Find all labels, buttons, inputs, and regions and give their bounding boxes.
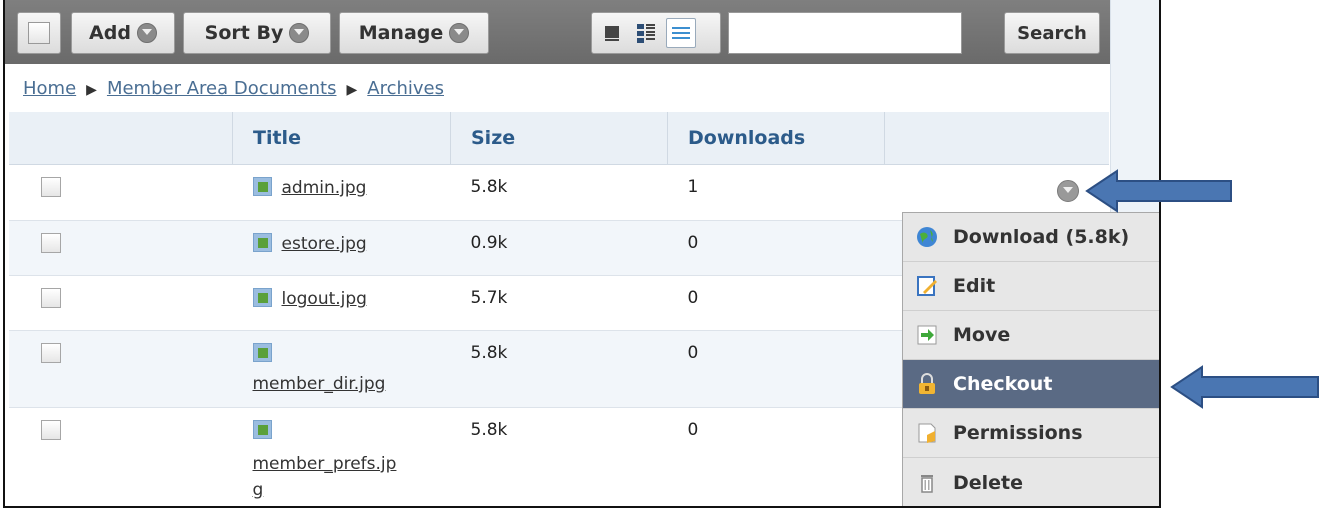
breadcrumb-member-area-link[interactable]: Member Area Documents bbox=[107, 78, 337, 99]
row-actions-dropdown-button[interactable] bbox=[1057, 180, 1079, 202]
chevron-down-icon bbox=[136, 23, 157, 43]
callout-arrow-icon bbox=[1085, 169, 1232, 213]
menu-item-edit[interactable]: Edit bbox=[903, 262, 1159, 311]
search-input[interactable] bbox=[728, 12, 962, 54]
column-header-downloads[interactable]: Downloads bbox=[667, 112, 885, 165]
thumbnail-view-icon bbox=[605, 26, 619, 41]
image-file-icon bbox=[252, 420, 272, 439]
row-checkbox[interactable] bbox=[41, 288, 61, 308]
manage-label: Manage bbox=[358, 22, 444, 44]
breadcrumb: Home ▶ Member Area Documents ▶ Archives bbox=[23, 78, 444, 99]
move-icon bbox=[915, 323, 939, 347]
column-header-title[interactable]: Title bbox=[232, 112, 451, 165]
file-downloads: 0 bbox=[667, 407, 885, 506]
file-link[interactable]: estore.jpg bbox=[282, 234, 367, 254]
menu-item-checkout[interactable]: Checkout bbox=[903, 360, 1159, 409]
image-file-icon bbox=[252, 177, 272, 196]
detail-view-icon bbox=[637, 24, 655, 43]
menu-item-permissions[interactable]: Permissions bbox=[903, 409, 1159, 458]
row-checkbox[interactable] bbox=[41, 343, 61, 363]
row-checkbox[interactable] bbox=[41, 233, 61, 253]
chevron-down-icon bbox=[289, 23, 310, 43]
breadcrumb-separator-icon: ▶ bbox=[86, 82, 97, 98]
file-link[interactable]: member_prefs.jpg bbox=[253, 451, 403, 503]
breadcrumb-archives-link[interactable]: Archives bbox=[367, 78, 444, 99]
image-file-icon bbox=[252, 343, 272, 362]
view-list-button[interactable] bbox=[666, 18, 696, 48]
lock-icon bbox=[915, 372, 939, 396]
column-header-size[interactable]: Size bbox=[450, 112, 668, 165]
menu-item-label: Delete bbox=[953, 471, 1024, 494]
file-size: 0.9k bbox=[450, 220, 668, 276]
menu-item-label: Checkout bbox=[953, 373, 1053, 395]
file-link[interactable]: logout.jpg bbox=[282, 289, 367, 309]
context-menu: Download (5.8k) Edit Move Checkout Permi… bbox=[902, 212, 1159, 506]
file-size: 5.8k bbox=[450, 330, 668, 408]
globe-icon bbox=[915, 225, 939, 249]
menu-item-label: Move bbox=[953, 324, 1011, 346]
breadcrumb-home-link[interactable]: Home bbox=[23, 78, 76, 99]
table-header-row: Title Size Downloads bbox=[9, 112, 1109, 165]
list-view-icon bbox=[672, 27, 690, 39]
sort-by-button[interactable]: Sort By bbox=[183, 12, 331, 54]
add-button[interactable]: Add bbox=[71, 12, 175, 54]
row-checkbox[interactable] bbox=[41, 420, 61, 440]
toolbar: Add Sort By Manage Search bbox=[5, 0, 1110, 64]
file-size: 5.8k bbox=[450, 407, 668, 506]
file-size: 5.7k bbox=[450, 275, 668, 331]
sort-by-label: Sort By bbox=[204, 22, 284, 44]
search-button[interactable]: Search bbox=[1004, 12, 1100, 54]
add-label: Add bbox=[89, 22, 131, 44]
menu-item-label: Edit bbox=[953, 275, 996, 297]
file-link[interactable]: admin.jpg bbox=[282, 178, 367, 198]
image-file-icon bbox=[252, 233, 272, 252]
file-manager-window: Add Sort By Manage Search Home ▶ Member … bbox=[3, 0, 1161, 508]
search-label: Search bbox=[1017, 22, 1087, 44]
row-checkbox[interactable] bbox=[41, 177, 61, 197]
view-mode-group bbox=[591, 12, 721, 54]
image-file-icon bbox=[252, 288, 272, 307]
callout-arrow-icon bbox=[1170, 365, 1319, 409]
menu-item-label: Download (5.8k) bbox=[953, 226, 1130, 248]
chevron-down-icon bbox=[449, 23, 470, 43]
view-details-button[interactable] bbox=[632, 19, 660, 47]
column-header-select bbox=[9, 112, 233, 165]
manage-button[interactable]: Manage bbox=[339, 12, 489, 54]
file-size: 5.8k bbox=[450, 164, 668, 221]
menu-item-delete[interactable]: Delete bbox=[903, 458, 1159, 506]
permissions-icon bbox=[915, 421, 939, 445]
file-downloads: 1 bbox=[667, 164, 885, 221]
trash-icon bbox=[915, 471, 939, 495]
menu-item-label: Permissions bbox=[953, 422, 1083, 444]
menu-item-download[interactable]: Download (5.8k) bbox=[903, 213, 1159, 262]
file-downloads: 0 bbox=[667, 220, 885, 276]
select-all-button[interactable] bbox=[17, 12, 61, 54]
checkbox-icon bbox=[28, 22, 50, 44]
file-downloads: 0 bbox=[667, 330, 885, 408]
menu-item-move[interactable]: Move bbox=[903, 311, 1159, 360]
breadcrumb-separator-icon: ▶ bbox=[346, 82, 358, 98]
column-header-actions bbox=[884, 112, 1109, 165]
file-downloads: 0 bbox=[667, 275, 885, 331]
file-link[interactable]: member_dir.jpg bbox=[253, 374, 386, 394]
edit-icon bbox=[915, 274, 939, 298]
view-thumbnails-button[interactable] bbox=[598, 19, 626, 47]
